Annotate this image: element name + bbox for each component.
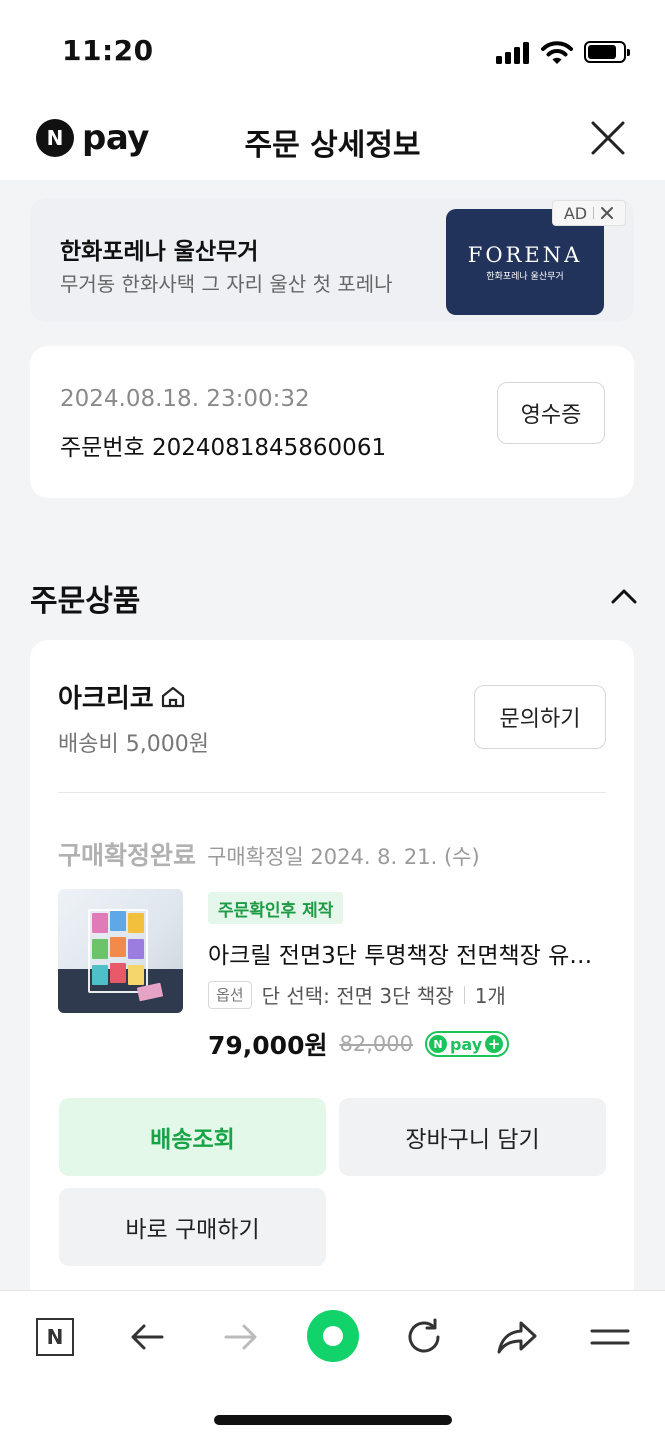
naver-home-button[interactable]: N xyxy=(31,1313,79,1361)
wifi-icon xyxy=(541,41,573,64)
product-thumbnail[interactable] xyxy=(58,889,183,1013)
track-delivery-button[interactable]: 배송조회 xyxy=(59,1098,326,1176)
option-divider xyxy=(463,985,465,1004)
home-indicator[interactable] xyxy=(214,1415,452,1425)
thumbnail-book xyxy=(110,911,126,931)
share-button[interactable] xyxy=(493,1313,541,1361)
divider xyxy=(58,792,606,793)
share-icon xyxy=(497,1321,537,1354)
back-button[interactable] xyxy=(124,1313,172,1361)
menu-icon xyxy=(590,1329,630,1345)
ad-badge[interactable]: AD xyxy=(552,200,626,226)
status-time: 11:20 xyxy=(62,34,154,67)
npay-badge-plus: + xyxy=(485,1035,504,1053)
browser-toolbar: N xyxy=(0,1290,665,1440)
thumbnail-book xyxy=(128,939,144,959)
cellular-signal-icon xyxy=(496,42,532,64)
naver-home-icon: N xyxy=(36,1318,74,1356)
option-quantity: 1개 xyxy=(474,984,506,1008)
ad-badge-label: AD xyxy=(563,203,588,223)
menu-button[interactable] xyxy=(586,1313,634,1361)
original-price: 82,000 xyxy=(339,1032,413,1056)
purchase-confirm-date: 구매확정일 2024. 8. 21. (수) xyxy=(207,845,480,869)
order-info-card: 2024.08.18. 23:00:32 주문번호 20240818458600… xyxy=(30,346,634,498)
option-text: 단 선택: 전면 3단 책장 xyxy=(261,984,454,1008)
ad-title: 한화포레나 울산무거 xyxy=(60,239,259,265)
shipping-fee: 배송비 5,000원 xyxy=(58,732,209,757)
receipt-button[interactable]: 영수증 xyxy=(497,382,605,444)
purchase-status: 구매확정완료 xyxy=(58,841,197,870)
store-home-icon xyxy=(161,686,184,707)
buy-now-button[interactable]: 바로 구매하기 xyxy=(59,1188,326,1266)
green-dot-icon xyxy=(307,1310,359,1362)
ad-badge-divider xyxy=(593,207,595,219)
thumbnail-book xyxy=(92,965,108,985)
npay-plus-badge: N pay + xyxy=(424,1031,510,1057)
green-dot-button[interactable] xyxy=(306,1309,360,1363)
option-badge: 옵션 xyxy=(208,980,252,1009)
seller-name[interactable]: 아크리코 xyxy=(58,678,186,715)
close-icon[interactable] xyxy=(588,118,628,158)
product-card: 아크리코 배송비 5,000원 문의하기 구매확정완료 구매확정일 2024. … xyxy=(30,640,634,1290)
seller-name-label: 아크리코 xyxy=(58,684,154,714)
forward-button[interactable] xyxy=(216,1313,264,1361)
product-name[interactable]: 아크릴 전면3단 투명책장 전면책장 유아책장 그림책 책꽂이 xyxy=(208,936,608,970)
product-option: 옵션 단 선택: 전면 3단 책장 1개 xyxy=(208,980,506,1009)
thumbnail-book xyxy=(92,939,108,959)
section-title-ordered-items: 주문상품 xyxy=(30,584,141,619)
npay-badge-n: N xyxy=(428,1035,447,1053)
ad-description: 무거동 한화사택 그 자리 울산 첫 포레나 xyxy=(60,272,393,296)
add-to-cart-button[interactable]: 장바구니 담기 xyxy=(339,1098,606,1176)
battery-icon xyxy=(584,41,630,63)
close-ad-icon[interactable] xyxy=(600,206,614,220)
made-to-order-tag: 주문확인후 제작 xyxy=(208,892,344,924)
thumbnail-book xyxy=(128,965,144,985)
purchase-status-line: 구매확정완료 구매확정일 2024. 8. 21. (수) xyxy=(58,836,480,872)
ad-image-sub: 한화포레나 울산무거 xyxy=(486,272,564,282)
inquiry-button[interactable]: 문의하기 xyxy=(474,685,606,749)
order-number: 주문번호 2024081845860061 xyxy=(60,435,387,461)
sale-price: 79,000원 xyxy=(208,1031,328,1060)
thumbnail-book xyxy=(110,963,126,983)
price-line: 79,000원 82,000 N pay + xyxy=(208,1026,510,1062)
npay-badge-text: pay xyxy=(449,1034,483,1054)
reload-icon xyxy=(408,1318,440,1353)
thumbnail-book xyxy=(128,913,144,933)
reload-button[interactable] xyxy=(400,1313,448,1361)
thumbnail-book xyxy=(110,937,126,957)
header: N pay 주문 상세정보 xyxy=(0,100,665,180)
order-date: 2024.08.18. 23:00:32 xyxy=(60,386,310,412)
content-area: 한화포레나 울산무거 무거동 한화사택 그 자리 울산 첫 포레나 FORENA… xyxy=(0,180,665,1290)
arrow-left-icon xyxy=(131,1324,164,1350)
page-title: 주문 상세정보 xyxy=(244,128,421,163)
status-bar: 11:20 xyxy=(0,0,665,100)
ad-banner[interactable]: 한화포레나 울산무거 무거동 한화사택 그 자리 울산 첫 포레나 FORENA… xyxy=(30,198,634,322)
thumbnail-book xyxy=(92,913,108,933)
chevron-up-icon[interactable] xyxy=(608,580,640,612)
arrow-right-icon xyxy=(224,1324,257,1350)
ad-image-brand: FORENA xyxy=(467,243,583,267)
